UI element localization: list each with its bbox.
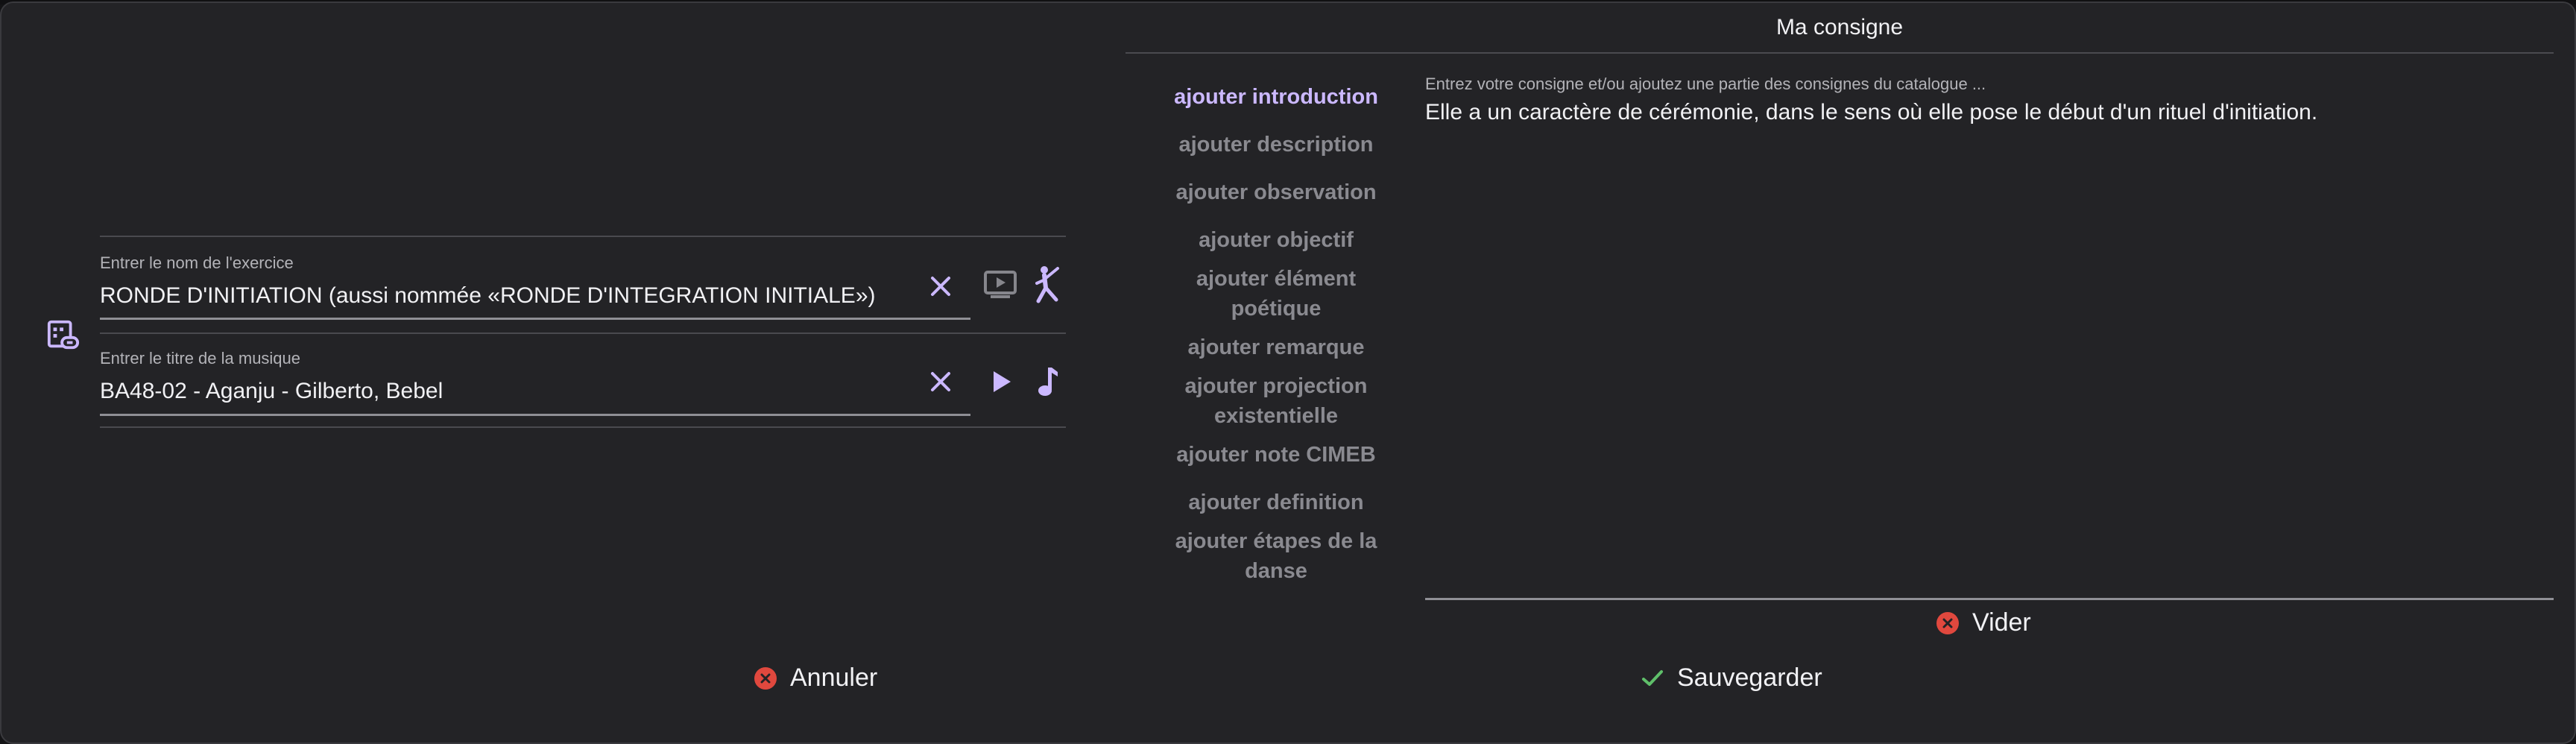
clear-music-button[interactable]	[926, 367, 956, 397]
music-note-button[interactable]	[1033, 364, 1063, 400]
close-icon	[931, 277, 950, 296]
menu-item-element-poetique[interactable]: ajouter élément poétique	[1183, 264, 1369, 324]
menu-item-observation[interactable]: ajouter observation	[1161, 177, 1392, 207]
cancel-button[interactable]: Annuler	[754, 663, 877, 693]
close-icon	[931, 372, 950, 391]
video-player-button[interactable]	[982, 268, 1018, 301]
menu-item-definition[interactable]: ajouter definition	[1161, 488, 1392, 517]
divider-middle	[100, 332, 1066, 334]
menu-item-introduction[interactable]: ajouter introduction	[1161, 82, 1392, 112]
music-field-underline	[100, 414, 970, 416]
menu-item-description[interactable]: ajouter description	[1161, 130, 1392, 160]
video-player-icon	[984, 271, 1017, 298]
exercise-dialog: Entrer le nom de l'exercice RONDE D'INIT…	[0, 1, 2576, 744]
menu-item-etapes-danse[interactable]: ajouter étapes de la danse	[1168, 526, 1384, 586]
music-title-input[interactable]: BA48-02 - Aganju - Gilberto, Bebel	[100, 379, 443, 404]
check-icon	[1642, 669, 1663, 686]
dancer-icon	[1035, 266, 1059, 303]
save-button[interactable]: Sauvegarder	[1641, 663, 1822, 693]
divider-bottom	[100, 426, 1066, 428]
exercise-name-input[interactable]: RONDE D'INITIATION (aussi nommée «RONDE …	[100, 283, 876, 309]
clear-exercise-button[interactable]	[926, 271, 956, 301]
exercise-field-label: Entrer le nom de l'exercice	[100, 253, 294, 272]
divider-top	[100, 236, 1066, 237]
clear-button-label: Vider	[1972, 608, 2031, 637]
music-field-label: Entrer le titre de la musique	[100, 349, 301, 368]
panel-title-divider	[1126, 52, 2554, 54]
music-note-icon	[1038, 368, 1058, 396]
editor-underline	[1425, 598, 2554, 600]
dancer-button[interactable]	[1032, 264, 1064, 306]
panel-title: Ma consigne	[1775, 15, 1904, 40]
menu-item-remarque[interactable]: ajouter remarque	[1161, 332, 1392, 362]
exercise-field-underline	[100, 318, 970, 320]
close-circle-icon	[1936, 611, 1959, 634]
clear-button[interactable]: Vider	[1936, 608, 2031, 637]
menu-item-objectif[interactable]: ajouter objectif	[1161, 225, 1392, 255]
close-circle-icon	[754, 666, 777, 690]
play-icon	[994, 371, 1011, 392]
save-button-label: Sauvegarder	[1677, 663, 1822, 692]
instruction-textarea[interactable]: Elle a un caractère de cérémonie, dans l…	[1425, 100, 2543, 125]
calendar-link-icon[interactable]	[45, 316, 82, 353]
menu-item-projection-existentielle[interactable]: ajouter projection existentielle	[1175, 371, 1377, 431]
editor-label: Entrez votre consigne et/ou ajoutez une …	[1425, 75, 1986, 93]
menu-item-note-cimeb[interactable]: ajouter note CIMEB	[1161, 440, 1392, 470]
play-music-button[interactable]	[987, 367, 1017, 397]
cancel-button-label: Annuler	[790, 663, 878, 692]
